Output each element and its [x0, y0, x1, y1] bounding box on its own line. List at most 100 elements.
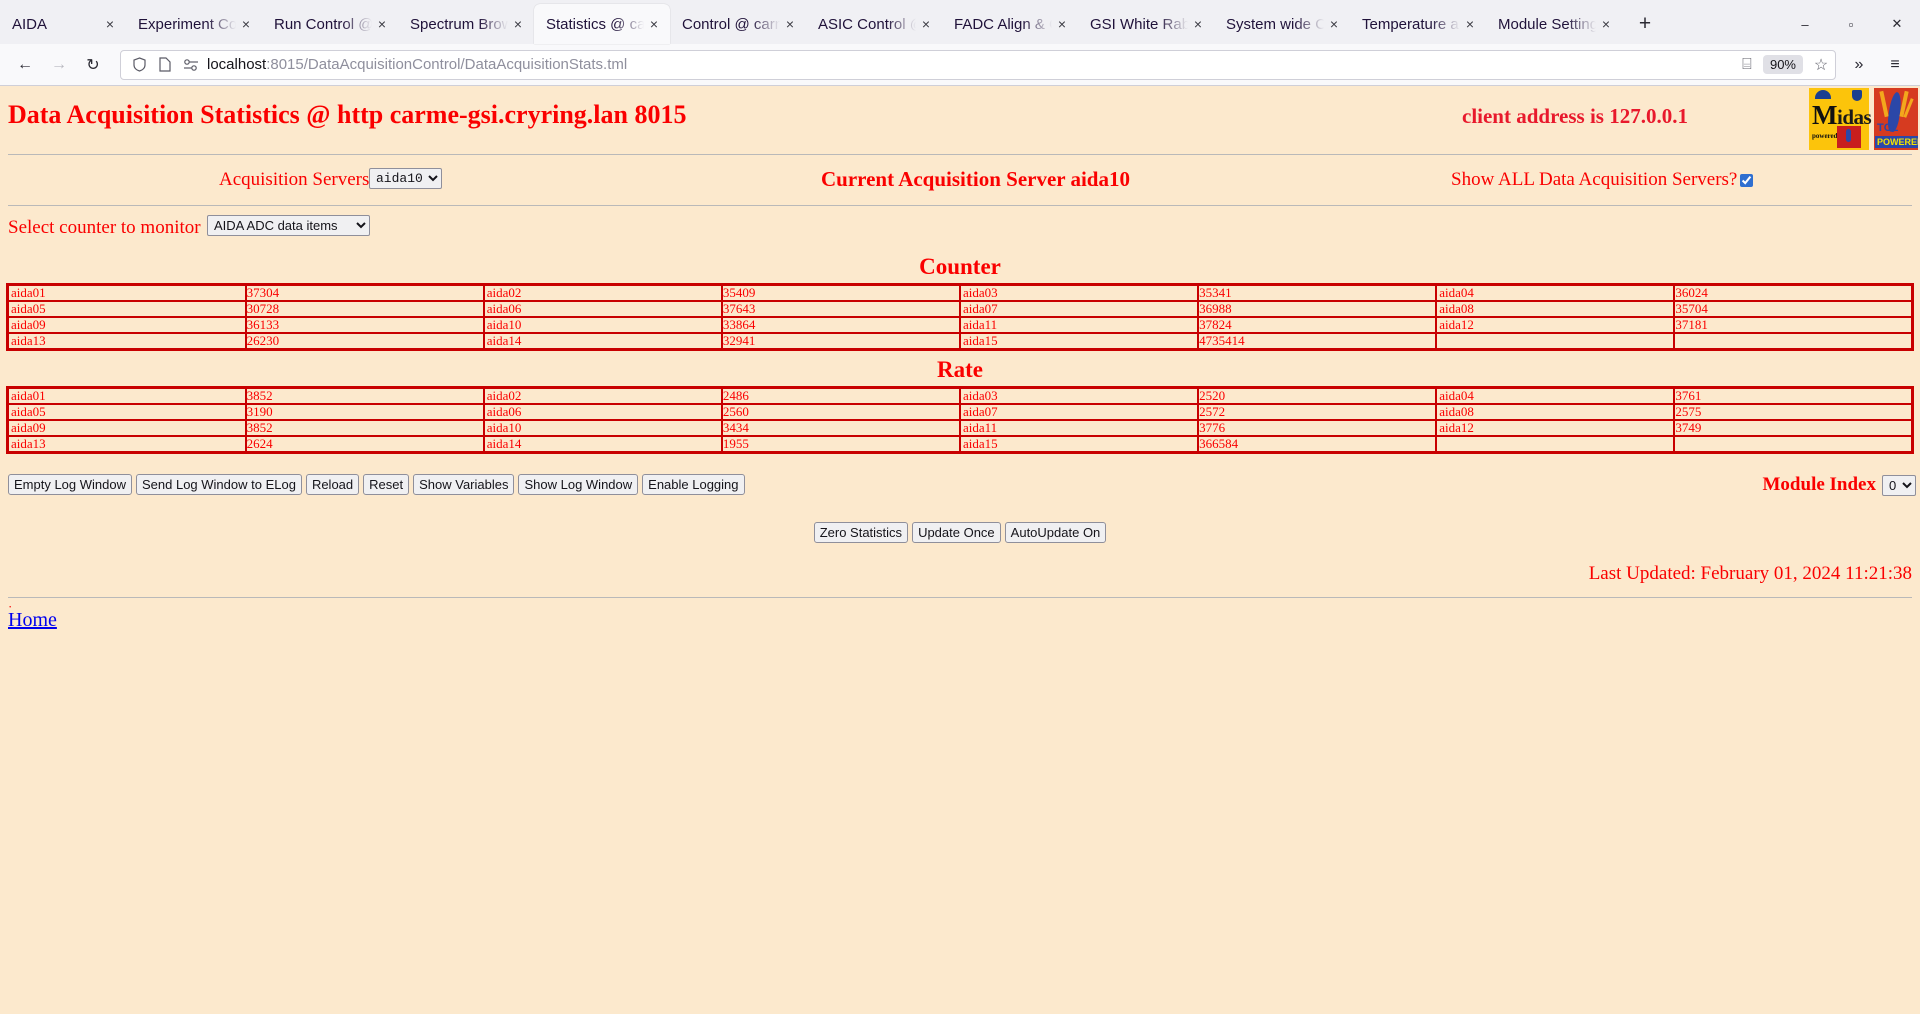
table-cell-server-name: aida15 — [958, 332, 1200, 351]
tab-close-icon[interactable]: × — [236, 14, 256, 34]
tab-title: Module Settings — [1498, 15, 1596, 33]
reader-view-icon[interactable]: ⌸ — [1737, 55, 1757, 75]
shield-icon[interactable] — [129, 55, 149, 75]
tab-close-icon[interactable]: × — [372, 14, 392, 34]
midas-dome-icon — [1815, 90, 1831, 99]
table-cell-empty — [1435, 333, 1675, 350]
table-row: aida09 3852 aida10 3434 aida11 3776 aida12 3749 — [6, 419, 1914, 437]
table-cell-server-name: aida14 — [482, 332, 723, 351]
show-all-servers-checkbox[interactable] — [1740, 174, 1754, 187]
table-cell-server-name: aida04 — [1435, 283, 1676, 302]
tab-title: Experiment Contr — [138, 15, 236, 33]
bookmark-star-icon[interactable]: ☆ — [1811, 55, 1831, 75]
tab-title: System wide Che — [1226, 15, 1324, 33]
table-cell-server-name: aida04 — [1435, 386, 1676, 405]
log-control-button[interactable]: Show Log Window — [518, 474, 639, 495]
minimize-icon[interactable]: – — [1782, 4, 1828, 44]
action-button[interactable]: Update Once — [912, 522, 1001, 543]
module-index-group: Module Index 0123 — [1762, 474, 1916, 496]
tab-close-icon[interactable]: × — [1460, 14, 1480, 34]
module-index-select[interactable]: 0123 — [1882, 474, 1916, 496]
log-control-button[interactable]: Enable Logging — [642, 474, 745, 495]
table-cell-server-name: aida05 — [6, 403, 247, 421]
tab-close-icon[interactable]: × — [1596, 14, 1616, 34]
table-cell-server-name: aida11 — [958, 419, 1200, 437]
table-cell-server-name: aida03 — [958, 386, 1200, 405]
url-text[interactable]: localhost:8015/DataAcquisitionControl/Da… — [207, 56, 1731, 73]
tab-close-icon[interactable]: × — [644, 14, 664, 34]
page-info-icon[interactable] — [155, 55, 175, 75]
module-index-label: Module Index — [1762, 474, 1877, 495]
forward-icon[interactable]: → — [42, 49, 76, 81]
log-control-button[interactable]: Reload — [305, 474, 360, 495]
browser-tab[interactable]: Experiment Contr× — [126, 4, 262, 44]
tab-title: Statistics @ carm — [546, 15, 644, 33]
browser-tab[interactable]: Run Control @ ca× — [262, 4, 398, 44]
counter-monitor-select[interactable]: AIDA ADC data items — [207, 215, 370, 236]
table-cell-value: 33864 — [720, 316, 962, 334]
table-cell-empty — [1673, 436, 1913, 453]
browser-tab[interactable]: GSI White Rabbit× — [1078, 4, 1214, 44]
action-button[interactable]: Zero Statistics — [813, 522, 909, 543]
tab-close-icon[interactable]: × — [1052, 14, 1072, 34]
close-window-icon[interactable]: ✕ — [1874, 4, 1920, 44]
table-cell-value: 30728 — [244, 300, 485, 318]
zoom-level-badge[interactable]: 90% — [1762, 55, 1803, 74]
browser-tab[interactable]: Temperature and× — [1350, 4, 1486, 44]
table-cell-value: 2560 — [720, 403, 962, 421]
counter-select-row: Select counter to monitor AIDA ADC data … — [0, 206, 1920, 248]
back-icon[interactable]: ← — [8, 49, 42, 81]
overflow-chevrons-icon[interactable]: » — [1842, 49, 1876, 81]
current-acquisition-server-label: Current Acquisition Server aida10 — [821, 167, 1130, 191]
tab-close-icon[interactable]: × — [916, 14, 936, 34]
toolbar-right-icons: » ≡ — [1842, 49, 1912, 81]
action-button[interactable]: AutoUpdate On — [1004, 522, 1107, 543]
table-cell-server-name: aida09 — [6, 316, 247, 334]
tab-close-icon[interactable]: × — [508, 14, 528, 34]
acquisition-server-select[interactable]: aida01aida02aida03aida04aida05aida06aida… — [369, 168, 442, 189]
midas-initial: M — [1812, 100, 1837, 130]
show-all-servers-label: Show ALL Data Acquisition Servers? — [1451, 169, 1738, 190]
log-control-button[interactable]: Send Log Window to ELog — [136, 474, 302, 495]
maximize-icon[interactable]: ▫ — [1828, 4, 1874, 44]
table-cell-value: 35409 — [720, 283, 962, 302]
table-cell-value: 37181 — [1673, 316, 1914, 334]
tab-title: Control @ carme — [682, 15, 780, 33]
browser-tab[interactable]: Spectrum Browse× — [398, 4, 534, 44]
tab-close-icon[interactable]: × — [100, 14, 120, 34]
acquisition-servers-row: Acquisition Servers aida01aida02aida03ai… — [0, 155, 1920, 203]
home-link[interactable]: Home — [8, 609, 57, 631]
table-cell-server-name: aida08 — [1435, 403, 1676, 421]
browser-tab[interactable]: AIDA × — [0, 4, 126, 44]
log-control-button[interactable]: Empty Log Window — [8, 474, 132, 495]
table-cell-value: 37304 — [244, 283, 485, 302]
table-cell-value: 26230 — [244, 332, 485, 351]
browser-tab[interactable]: FADC Align & Co× — [942, 4, 1078, 44]
table-cell-server-name: aida14 — [482, 435, 723, 454]
app-menu-icon[interactable]: ≡ — [1878, 49, 1912, 81]
browser-tab[interactable]: System wide Che× — [1214, 4, 1350, 44]
permissions-icon[interactable] — [181, 55, 201, 75]
table-cell-value: 2486 — [720, 386, 962, 405]
table-cell-value: 4735414 — [1197, 332, 1438, 351]
table-cell-server-name: aida05 — [6, 300, 247, 318]
log-control-button[interactable]: Reset — [363, 474, 410, 495]
log-control-button[interactable]: Show Variables — [413, 474, 515, 495]
tab-close-icon[interactable]: × — [1324, 14, 1344, 34]
new-tab-button[interactable]: + — [1628, 7, 1662, 41]
table-cell-value: 366584 — [1197, 435, 1438, 454]
tabs-container: AIDA×Experiment Contr×Run Control @ ca×S… — [0, 4, 1622, 44]
tab-title: Run Control @ ca — [274, 15, 372, 33]
reload-icon[interactable]: ↻ — [76, 49, 110, 81]
address-bar[interactable]: localhost:8015/DataAcquisitionControl/Da… — [120, 49, 1836, 80]
table-cell-value: 2624 — [244, 435, 485, 454]
tab-close-icon[interactable]: × — [1188, 14, 1208, 34]
client-address-label: client address is 127.0.0.1 — [1462, 104, 1688, 128]
browser-tab[interactable]: ASIC Control @ c× — [806, 4, 942, 44]
table-cell-value: 3190 — [244, 403, 485, 421]
tcl-powered-label: POWERED — [1875, 136, 1918, 148]
browser-tab[interactable]: Statistics @ carm× — [534, 4, 670, 44]
tab-close-icon[interactable]: × — [780, 14, 800, 34]
browser-tab[interactable]: Control @ carme× — [670, 4, 806, 44]
browser-tab[interactable]: Module Settings × — [1486, 4, 1622, 44]
